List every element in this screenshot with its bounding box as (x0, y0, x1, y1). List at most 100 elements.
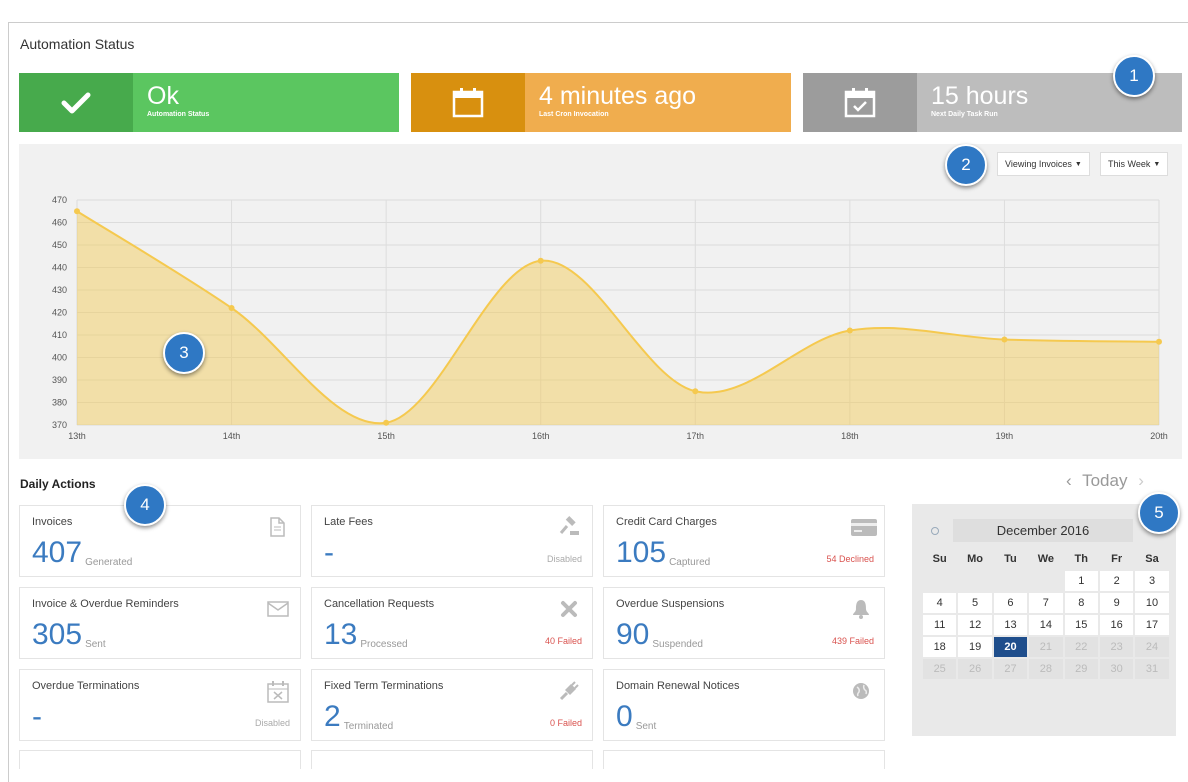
daily-task-value: 15 hours (931, 82, 1029, 110)
daily-action-card[interactable]: Fixed Term Terminations 2 Terminated 0 Fail… (311, 669, 593, 741)
daily-task-label: Next Daily Task Run (931, 111, 998, 118)
envelope-icon (266, 598, 289, 620)
calendar-check-icon (803, 73, 917, 132)
viewing-invoices-dropdown[interactable]: Viewing Invoices ▼ (997, 152, 1090, 176)
data-point (846, 327, 853, 334)
calendar-day[interactable]: 27 (993, 659, 1028, 679)
calendar-day[interactable]: 31 (1135, 659, 1169, 679)
date-range-dropdown[interactable]: This Week ▼ (1100, 152, 1169, 176)
calendar-day[interactable]: 23 (1099, 637, 1134, 657)
calendar-day[interactable]: 15 (1064, 615, 1098, 635)
x-tick-label: 19th (996, 431, 1014, 441)
y-tick-label: 420 (52, 308, 67, 318)
calendar-day[interactable]: 13 (993, 615, 1028, 635)
card-value: 305 Sent (32, 618, 106, 652)
x-tick-label: 13th (68, 431, 86, 441)
x-tick-label: 20th (1150, 431, 1168, 441)
data-point (1156, 338, 1162, 345)
page-title: Automation Status (20, 36, 135, 52)
card-number: - (32, 700, 42, 733)
card-unit: Sent (85, 639, 106, 650)
calendar-grid: Su Mo Tu We Th Fr Sa 1 2 3 4 5 6 7 8 9 10 11 12 13 14 15 16 17 1… (922, 548, 1170, 680)
automation-status-value: Ok (147, 82, 179, 110)
card-value: 407 Generated (32, 536, 132, 570)
calendar-day[interactable]: 1 (1064, 571, 1098, 591)
data-point (74, 208, 80, 215)
caret-down-icon: ▼ (1074, 160, 1082, 168)
x-tick-label: 14th (223, 431, 241, 441)
x-tick-label: 15th (377, 431, 395, 441)
card-value: 13 Processed (324, 618, 408, 652)
calendar-day[interactable]: 4 (923, 593, 957, 613)
calendar-day[interactable]: 28 (1029, 659, 1063, 679)
cron-status-label: Last Cron Invocation (539, 111, 609, 118)
calendar-nav: ‹ Today › (1066, 471, 1150, 491)
bell-icon (850, 598, 872, 620)
y-tick-label: 380 (52, 398, 67, 408)
card-title: Credit Card Charges (616, 516, 717, 528)
card-title: Cancellation Requests (324, 598, 435, 610)
calendar-weekday: Th (1074, 553, 1088, 565)
calendar-weekday: Tu (1004, 553, 1017, 565)
daily-action-card[interactable]: Domain Renewal Notices 0 Sent (603, 669, 885, 741)
automation-status-label: Automation Status (147, 111, 210, 118)
calendar-day[interactable]: 21 (1029, 637, 1063, 657)
card-number: 13 (324, 618, 358, 651)
calendar-day[interactable]: 2 (1099, 571, 1134, 591)
daily-action-card[interactable]: Late Fees - Disabled (311, 505, 593, 577)
calendar-x-icon (266, 680, 289, 703)
card-footer-status: 0 Failed (549, 718, 582, 728)
calendar-day[interactable]: 5 (958, 593, 992, 613)
card-number: 2 (324, 700, 341, 733)
data-point (228, 305, 235, 311)
calendar-day[interactable]: 25 (923, 659, 957, 679)
calendar-weekday: Su (932, 553, 947, 565)
calendar-day[interactable]: 10 (1135, 593, 1169, 613)
card-footer-status: 54 Declined (826, 554, 874, 564)
calendar-day[interactable]: 26 (958, 659, 992, 679)
y-tick-label: 390 (52, 375, 67, 385)
calendar-day[interactable]: 3 (1135, 571, 1169, 591)
card-value: 105 Captured (616, 536, 710, 570)
prev-arrow-icon[interactable]: ‹ (1066, 471, 1072, 490)
calendar-day[interactable]: 8 (1064, 593, 1098, 613)
calendar-day[interactable]: 30 (1099, 659, 1134, 679)
calendar-day[interactable]: 6 (993, 593, 1028, 613)
daily-action-card[interactable]: Credit Card Charges 105 Captured 54 Decline… (603, 505, 885, 577)
today-button[interactable]: Today (1082, 471, 1127, 490)
daily-action-card[interactable]: Overdue Terminations - Disabled (19, 669, 301, 741)
caret-down-icon: ▼ (1153, 160, 1161, 168)
calendar-day[interactable]: 18 (923, 637, 957, 657)
y-tick-label: 410 (52, 330, 67, 340)
next-arrow-icon[interactable]: › (1138, 471, 1144, 490)
calendar-day[interactable]: 12 (958, 615, 992, 635)
automation-status-card: Ok Automation Status (19, 73, 399, 132)
card-unit: Captured (669, 557, 711, 568)
calendar-day[interactable]: 7 (1029, 593, 1063, 613)
calendar-day[interactable]: 14 (1029, 615, 1063, 635)
calendar-dot-icon (931, 527, 939, 535)
calendar-day[interactable]: 9 (1099, 593, 1134, 613)
x-icon (558, 598, 580, 620)
calendar-month[interactable]: December 2016 (953, 519, 1133, 542)
daily-action-card[interactable]: Cancellation Requests 13 Processed 40 Faile… (311, 587, 593, 659)
card-value: 2 Terminated (324, 700, 393, 734)
card-footer-status: Disabled (546, 554, 582, 564)
calendar-day[interactable]: 19 (958, 637, 992, 657)
calendar-day[interactable]: 29 (1064, 659, 1098, 679)
frame-left-border (8, 22, 9, 782)
daily-actions-title: Daily Actions (20, 477, 96, 491)
y-tick-label: 370 (52, 420, 67, 430)
calendar-day[interactable]: 24 (1135, 637, 1169, 657)
daily-action-card[interactable]: Invoice & Overdue Reminders 305 Sent (19, 587, 301, 659)
card-unit: Terminated (343, 721, 394, 732)
calendar-day[interactable]: 22 (1064, 637, 1098, 657)
calendar-day[interactable]: 17 (1135, 615, 1169, 635)
calendar-day[interactable]: 20 (993, 637, 1028, 657)
daily-action-card[interactable]: Overdue Suspensions 90 Suspended 439 Failed (603, 587, 885, 659)
calendar-empty-cell (957, 570, 992, 592)
calendar-day[interactable]: 11 (923, 615, 957, 635)
cron-status-card: 4 minutes ago Last Cron Invocation (411, 73, 791, 132)
calendar-day[interactable]: 16 (1099, 615, 1134, 635)
x-tick-label: 16th (532, 431, 550, 441)
